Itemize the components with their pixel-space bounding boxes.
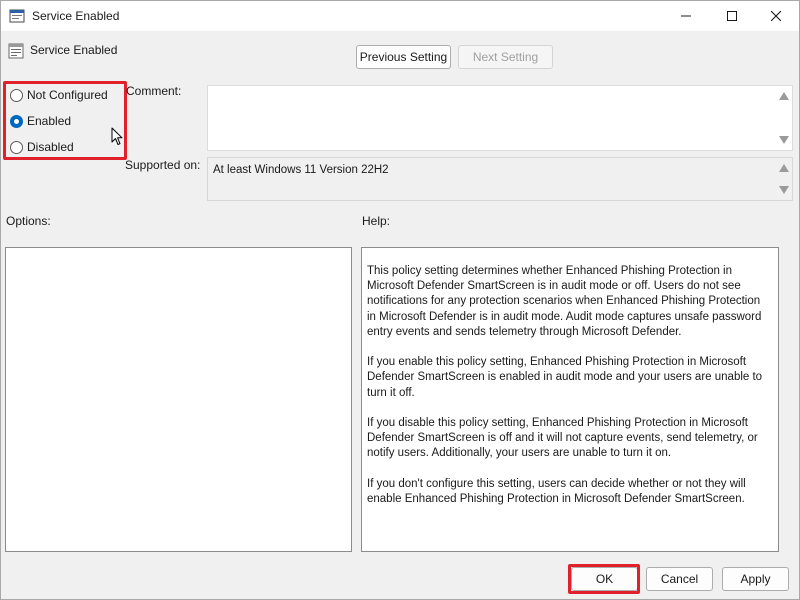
comment-textarea[interactable] bbox=[207, 85, 793, 151]
policy-name: Service Enabled bbox=[30, 43, 118, 57]
options-label: Options: bbox=[6, 214, 51, 228]
help-paragraph: If you don't configure this setting, use… bbox=[367, 477, 746, 505]
help-panel: This policy setting determines whether E… bbox=[361, 247, 779, 552]
comment-scrollbar[interactable] bbox=[776, 86, 792, 150]
comment-label: Comment: bbox=[126, 84, 182, 98]
scroll-up-icon[interactable] bbox=[779, 92, 789, 100]
supported-on-field: At least Windows 11 Version 22H2 bbox=[207, 157, 793, 201]
help-label: Help: bbox=[362, 214, 391, 228]
minimize-button[interactable] bbox=[663, 1, 709, 31]
supported-scrollbar[interactable] bbox=[776, 158, 792, 200]
scroll-down-icon[interactable] bbox=[779, 136, 789, 144]
help-paragraph: If you enable this policy setting, Enhan… bbox=[367, 356, 763, 399]
options-panel bbox=[5, 247, 352, 552]
previous-setting-button[interactable]: Previous Setting bbox=[356, 45, 451, 69]
supported-on-value: At least Windows 11 Version 22H2 bbox=[213, 164, 389, 176]
supported-on-label: Supported on: bbox=[125, 158, 201, 172]
radio-highlight-box bbox=[3, 81, 127, 160]
next-setting-button[interactable]: Next Setting bbox=[458, 45, 553, 69]
mouse-cursor-icon bbox=[111, 127, 123, 149]
policy-icon bbox=[9, 8, 25, 24]
help-paragraph: If you disable this policy setting, Enha… bbox=[367, 417, 758, 460]
close-icon bbox=[771, 11, 781, 21]
policy-dialog: Service Enabled Service Enabled Previous… bbox=[0, 0, 800, 600]
cancel-button[interactable]: Cancel bbox=[646, 567, 713, 591]
ok-highlight-box bbox=[568, 564, 640, 594]
window-title: Service Enabled bbox=[32, 9, 120, 23]
help-text: This policy setting determines whether E… bbox=[367, 264, 769, 522]
maximize-button[interactable] bbox=[709, 1, 755, 31]
maximize-icon bbox=[727, 11, 737, 21]
close-button[interactable] bbox=[753, 1, 799, 31]
title-bar[interactable]: Service Enabled bbox=[1, 1, 799, 31]
policy-setting-icon bbox=[8, 43, 24, 59]
scroll-down-icon[interactable] bbox=[779, 186, 789, 194]
help-paragraph: This policy setting determines whether E… bbox=[367, 265, 762, 338]
apply-button[interactable]: Apply bbox=[722, 567, 789, 591]
scroll-up-icon[interactable] bbox=[779, 164, 789, 172]
minimize-icon bbox=[681, 15, 691, 17]
